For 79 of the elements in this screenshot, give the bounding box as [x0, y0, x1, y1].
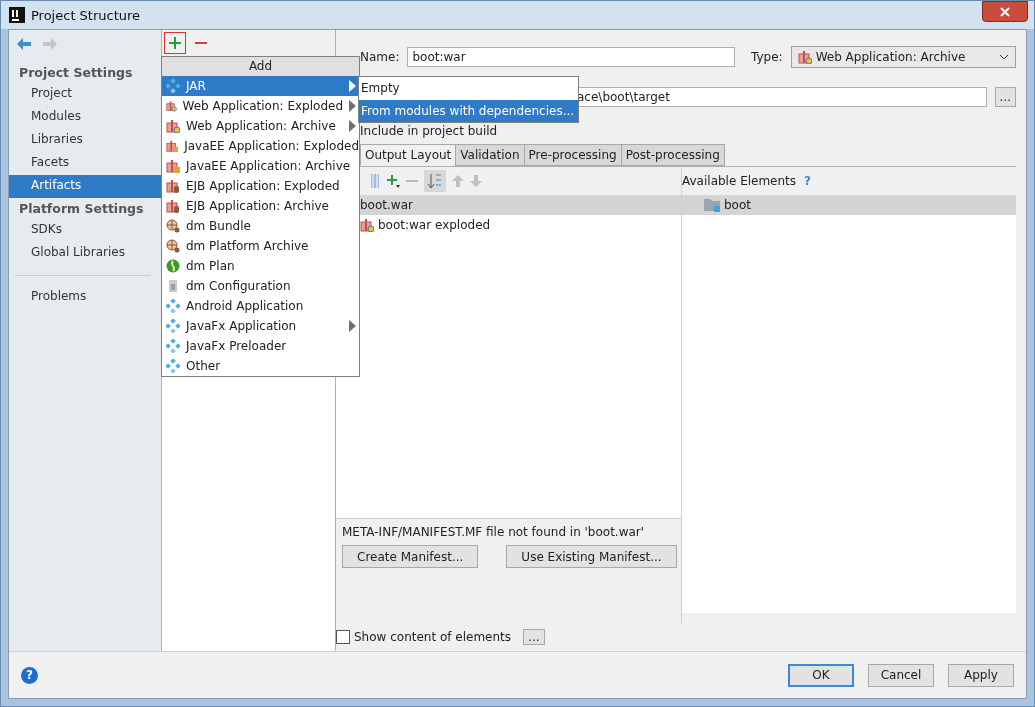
- gift-box-icon: [166, 139, 179, 153]
- diamond-cluster-icon: [166, 339, 180, 353]
- close-icon: [1000, 6, 1010, 17]
- add-button[interactable]: [164, 32, 186, 54]
- type-label: Type:: [751, 50, 783, 64]
- window-title: Project Structure: [31, 7, 142, 23]
- browse-button[interactable]: ...: [994, 87, 1016, 107]
- name-field[interactable]: boot:war: [407, 47, 735, 67]
- show-content-checkbox[interactable]: [336, 630, 350, 644]
- section-header: Platform Settings: [18, 200, 145, 218]
- gift-box-icon: [166, 159, 180, 173]
- help-icon[interactable]: ?: [21, 666, 38, 684]
- diamond-cluster-icon: [166, 299, 180, 313]
- tab[interactable]: Validation: [455, 144, 525, 166]
- plus-icon: [169, 37, 181, 49]
- type-dropdown[interactable]: Web Application: Archive: [790, 46, 1016, 68]
- document-icon: [166, 279, 180, 293]
- module-item[interactable]: boot: [724, 198, 751, 212]
- gift-box-icon: [166, 179, 180, 193]
- menu-item[interactable]: Other: [162, 356, 359, 376]
- leaf-ball-icon: [166, 259, 180, 273]
- menu-item[interactable]: JAR: [162, 76, 359, 96]
- sidebar-item[interactable]: Modules: [9, 106, 161, 129]
- sidebar-item[interactable]: Artifacts: [9, 175, 161, 198]
- diamond-cluster-icon: [166, 359, 180, 373]
- manifest-button[interactable]: Use Existing Manifest...: [506, 545, 677, 568]
- dialog-button[interactable]: Cancel: [868, 663, 934, 687]
- gift-box-icon: [166, 199, 180, 213]
- tab[interactable]: Post-processing: [620, 144, 725, 166]
- sidebar-item[interactable]: Facets: [9, 152, 161, 175]
- menu-item[interactable]: dm Configuration: [162, 276, 359, 296]
- menu-item[interactable]: dm Plan: [162, 256, 359, 276]
- tree-item[interactable]: boot:war exploded: [378, 218, 491, 232]
- tab[interactable]: Output Layout: [360, 144, 457, 166]
- menu-item[interactable]: JavaEE Application: Archive: [162, 156, 359, 176]
- chevron-down-icon: [999, 54, 1009, 60]
- sidebar-item[interactable]: Project: [9, 83, 161, 106]
- close-button[interactable]: [982, 1, 1028, 22]
- sidebar-item[interactable]: SDKs: [9, 219, 161, 242]
- tab[interactable]: Pre-processing: [523, 144, 622, 166]
- move-up-icon[interactable]: [452, 175, 464, 187]
- include-label: Include in project build: [360, 124, 498, 138]
- sidebar-item[interactable]: Global Libraries: [9, 242, 161, 265]
- move-down-icon[interactable]: [470, 175, 482, 187]
- globe-icon: [166, 219, 180, 233]
- menu-item[interactable]: dm Platform Archive: [162, 236, 359, 256]
- manifest-message: META-INF/MANIFEST.MF file not found in 'boot.war': [342, 525, 646, 539]
- globe-icon: [166, 239, 180, 253]
- dialog-button[interactable]: OK: [788, 663, 854, 687]
- forward-arrow-icon[interactable]: [43, 38, 57, 50]
- gift-box-icon: [166, 99, 177, 113]
- menu-header: Add: [162, 57, 359, 76]
- dialog-button[interactable]: Apply: [948, 663, 1014, 687]
- columns-icon[interactable]: [370, 174, 380, 188]
- app-logo-icon: [9, 7, 25, 23]
- gift-box-icon: [797, 50, 812, 64]
- add-icon[interactable]: [386, 174, 400, 188]
- section-header: Project Settings: [18, 64, 134, 82]
- diamond-cluster-icon: [166, 79, 180, 93]
- sidebar-item[interactable]: Problems: [9, 286, 161, 309]
- manifest-button[interactable]: Create Manifest...: [342, 545, 479, 568]
- folder-icon: [704, 198, 720, 212]
- show-content-label: Show content of elements: [354, 630, 512, 644]
- gift-box-icon: [166, 119, 180, 133]
- sort-icon[interactable]: [424, 170, 446, 192]
- menu-item[interactable]: dm Bundle: [162, 216, 359, 236]
- diamond-cluster-icon: [166, 319, 180, 333]
- back-arrow-icon[interactable]: [17, 38, 31, 50]
- gift-box-icon: [360, 218, 374, 232]
- menu-item[interactable]: Android Application: [162, 296, 359, 316]
- available-elements-title: Available Elements: [682, 174, 797, 188]
- more-button[interactable]: ...: [523, 629, 545, 645]
- menu-item[interactable]: JavaFx Application: [162, 316, 359, 336]
- sidebar-item[interactable]: Libraries: [9, 129, 161, 152]
- name-label: Name:: [360, 50, 400, 64]
- menu-item[interactable]: EJB Application: Exploded: [162, 176, 359, 196]
- menu-item[interactable]: JavaEE Application: Exploded: [162, 136, 359, 156]
- menu-item[interactable]: JavaFx Preloader: [162, 336, 359, 356]
- menu-item[interactable]: From modules with dependencies...: [359, 100, 579, 122]
